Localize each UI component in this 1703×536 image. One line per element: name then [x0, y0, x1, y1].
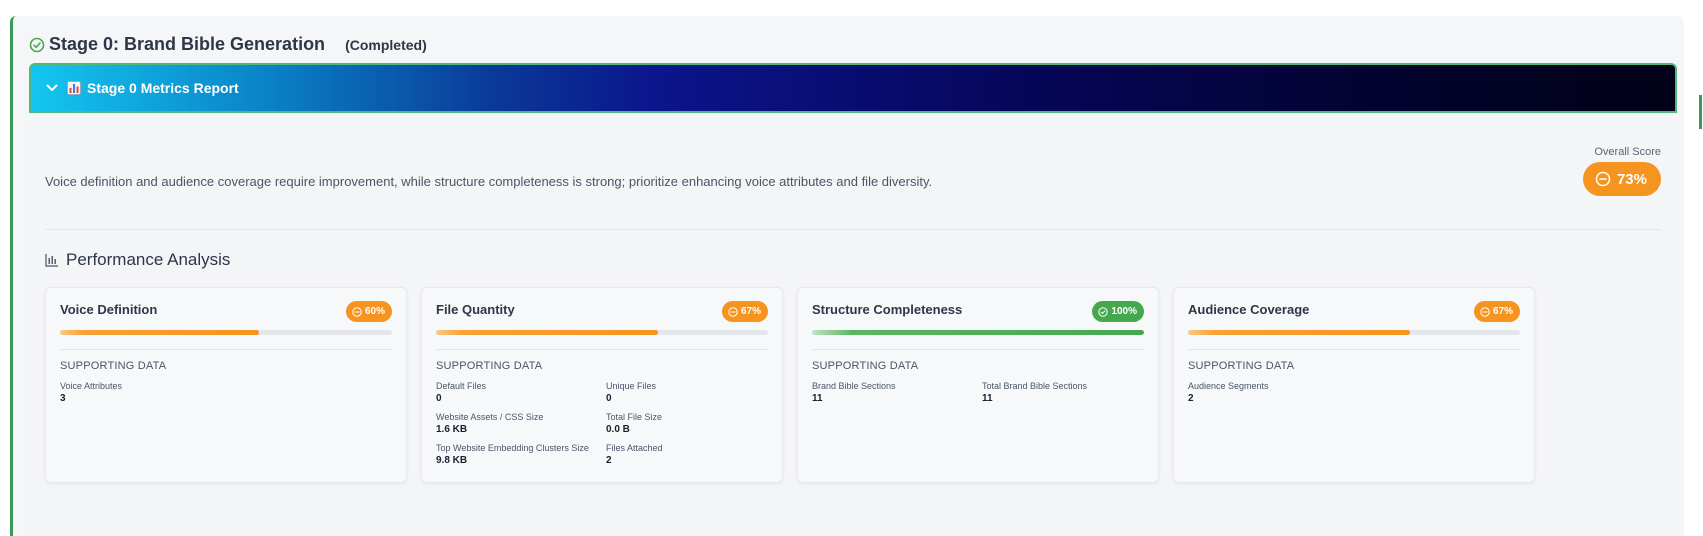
- metric-card-title: Audience Coverage: [1188, 302, 1310, 317]
- supporting-data-name: Website Assets / CSS Size: [436, 412, 544, 422]
- supporting-data-item: Default Files 0: [436, 381, 606, 404]
- supporting-data-label: SUPPORTING DATA: [1188, 360, 1295, 372]
- performance-title: Performance Analysis: [66, 250, 231, 269]
- section-divider: [45, 229, 1661, 230]
- supporting-data-value: 11: [982, 393, 993, 404]
- supporting-data-value: 3: [60, 393, 66, 404]
- metric-progress-bar: [60, 330, 392, 335]
- overall-score-label: Overall Score: [1594, 146, 1661, 158]
- supporting-data-item: Total File Size 0.0 B: [606, 412, 766, 435]
- minus-circle-icon: [352, 306, 365, 317]
- overall-score: Overall Score 73%: [1582, 146, 1661, 196]
- bar-chart-emoji-icon: [67, 81, 81, 95]
- minus-circle-icon: [1595, 171, 1611, 187]
- check-circle-icon: [1098, 306, 1111, 317]
- bar-chart-icon: [45, 254, 58, 267]
- metric-score-value: 100%: [1111, 306, 1137, 317]
- metrics-report-body: Voice definition and audience coverage r…: [29, 113, 1677, 533]
- supporting-data-grid: Default Files 0 Unique Files 0 Website Asset…: [436, 381, 768, 466]
- supporting-data-name: Brand Bible Sections: [812, 381, 896, 391]
- supporting-data-value: 1.6 KB: [436, 424, 468, 435]
- supporting-data-item: Unique Files 0: [606, 381, 766, 404]
- metric-score-badge: 67%: [721, 301, 768, 322]
- metric-progress-fill: [1188, 330, 1411, 335]
- supporting-data-value: 9.8 KB: [436, 455, 468, 466]
- supporting-data-name: Voice Attributes: [60, 381, 123, 391]
- supporting-data-name: Audience Segments: [1188, 381, 1269, 391]
- metric-card: Audience Coverage 67% SUPPORTING DATA Audie…: [1173, 287, 1535, 483]
- metric-progress-fill: [812, 330, 1144, 335]
- supporting-data-grid: Brand Bible Sections 11 Total Brand Bible …: [812, 381, 1144, 404]
- stage-status: (Completed): [345, 36, 427, 53]
- metric-score-badge: 60%: [345, 301, 392, 322]
- metric-progress-bar: [1188, 330, 1520, 335]
- metrics-report-label: Stage 0 Metrics Report: [87, 80, 239, 96]
- card-divider: [1188, 349, 1520, 350]
- supporting-data-name: Files Attached: [606, 443, 663, 453]
- supporting-data-name: Default Files: [436, 381, 487, 391]
- minus-circle-icon: [728, 306, 741, 317]
- supporting-data-item: Website Assets / CSS Size 1.6 KB: [436, 412, 606, 435]
- metric-card-title: Voice Definition: [60, 302, 158, 317]
- supporting-data-grid: Voice Attributes 3: [60, 381, 392, 404]
- metric-progress-bar: [436, 330, 768, 335]
- supporting-data-label: SUPPORTING DATA: [812, 360, 919, 372]
- stage-title: Stage 0: Brand Bible Generation: [49, 34, 326, 54]
- supporting-data-item: Top Website Embedding Clusters Size 9.8 K…: [436, 443, 606, 466]
- metric-card: Structure Completeness 100% SUPPORTING DAT…: [797, 287, 1159, 483]
- chevron-down-icon: [46, 84, 58, 91]
- supporting-data-value: 2: [1188, 393, 1194, 404]
- metrics-report-toggle[interactable]: Stage 0 Metrics Report: [29, 63, 1677, 113]
- metric-score-badge: 100%: [1092, 301, 1144, 322]
- supporting-data-value: 11: [812, 393, 823, 404]
- supporting-data-item: Voice Attributes 3: [60, 381, 230, 404]
- supporting-data-item: Total Brand Bible Sections 11: [982, 381, 1142, 404]
- card-divider: [812, 349, 1144, 350]
- check-circle-icon: [29, 37, 45, 52]
- metric-cards: Voice Definition 60% SUPPORTING DATA Voice …: [45, 287, 1535, 483]
- supporting-data-name: Total Brand Bible Sections: [982, 381, 1088, 391]
- report-summary: Voice definition and audience coverage r…: [45, 174, 933, 189]
- metric-card: Voice Definition 60% SUPPORTING DATA Voice …: [45, 287, 407, 483]
- supporting-data-label: SUPPORTING DATA: [60, 360, 167, 372]
- metric-progress-fill: [436, 330, 659, 335]
- supporting-data-label: SUPPORTING DATA: [436, 360, 543, 372]
- supporting-data-value: 0: [436, 393, 442, 404]
- supporting-data-value: 0.0 B: [606, 424, 630, 435]
- performance-header: Performance Analysis: [45, 250, 230, 270]
- card-divider: [60, 349, 392, 350]
- supporting-data-name: Top Website Embedding Clusters Size: [436, 443, 589, 453]
- metric-score-badge: 67%: [1473, 301, 1520, 322]
- side-scroll-marker: [1699, 95, 1702, 129]
- metric-card-title: File Quantity: [436, 302, 515, 317]
- overall-score-badge: 73%: [1582, 162, 1661, 196]
- supporting-data-item: Brand Bible Sections 11: [812, 381, 982, 404]
- overall-score-value: 73%: [1616, 170, 1647, 188]
- supporting-data-value: 2: [606, 455, 612, 466]
- metric-score-value: 67%: [1492, 306, 1513, 317]
- stage-panel: Stage 0: Brand Bible Generation (Complet…: [10, 16, 1684, 536]
- supporting-data-item: Files Attached 2: [606, 443, 766, 466]
- supporting-data-value: 0: [606, 393, 612, 404]
- supporting-data-item: Audience Segments 2: [1188, 381, 1358, 404]
- supporting-data-grid: Audience Segments 2: [1188, 381, 1520, 404]
- supporting-data-name: Unique Files: [606, 381, 657, 391]
- card-divider: [436, 349, 768, 350]
- stage-header: Stage 0: Brand Bible Generation (Complet…: [29, 34, 427, 55]
- metric-score-value: 67%: [740, 306, 761, 317]
- metric-card: File Quantity 67% SUPPORTING DATA Default F…: [421, 287, 783, 483]
- metric-score-value: 60%: [364, 306, 385, 317]
- supporting-data-name: Total File Size: [606, 412, 663, 422]
- metric-progress-bar: [812, 330, 1144, 335]
- metric-progress-fill: [60, 330, 260, 335]
- minus-circle-icon: [1480, 306, 1493, 317]
